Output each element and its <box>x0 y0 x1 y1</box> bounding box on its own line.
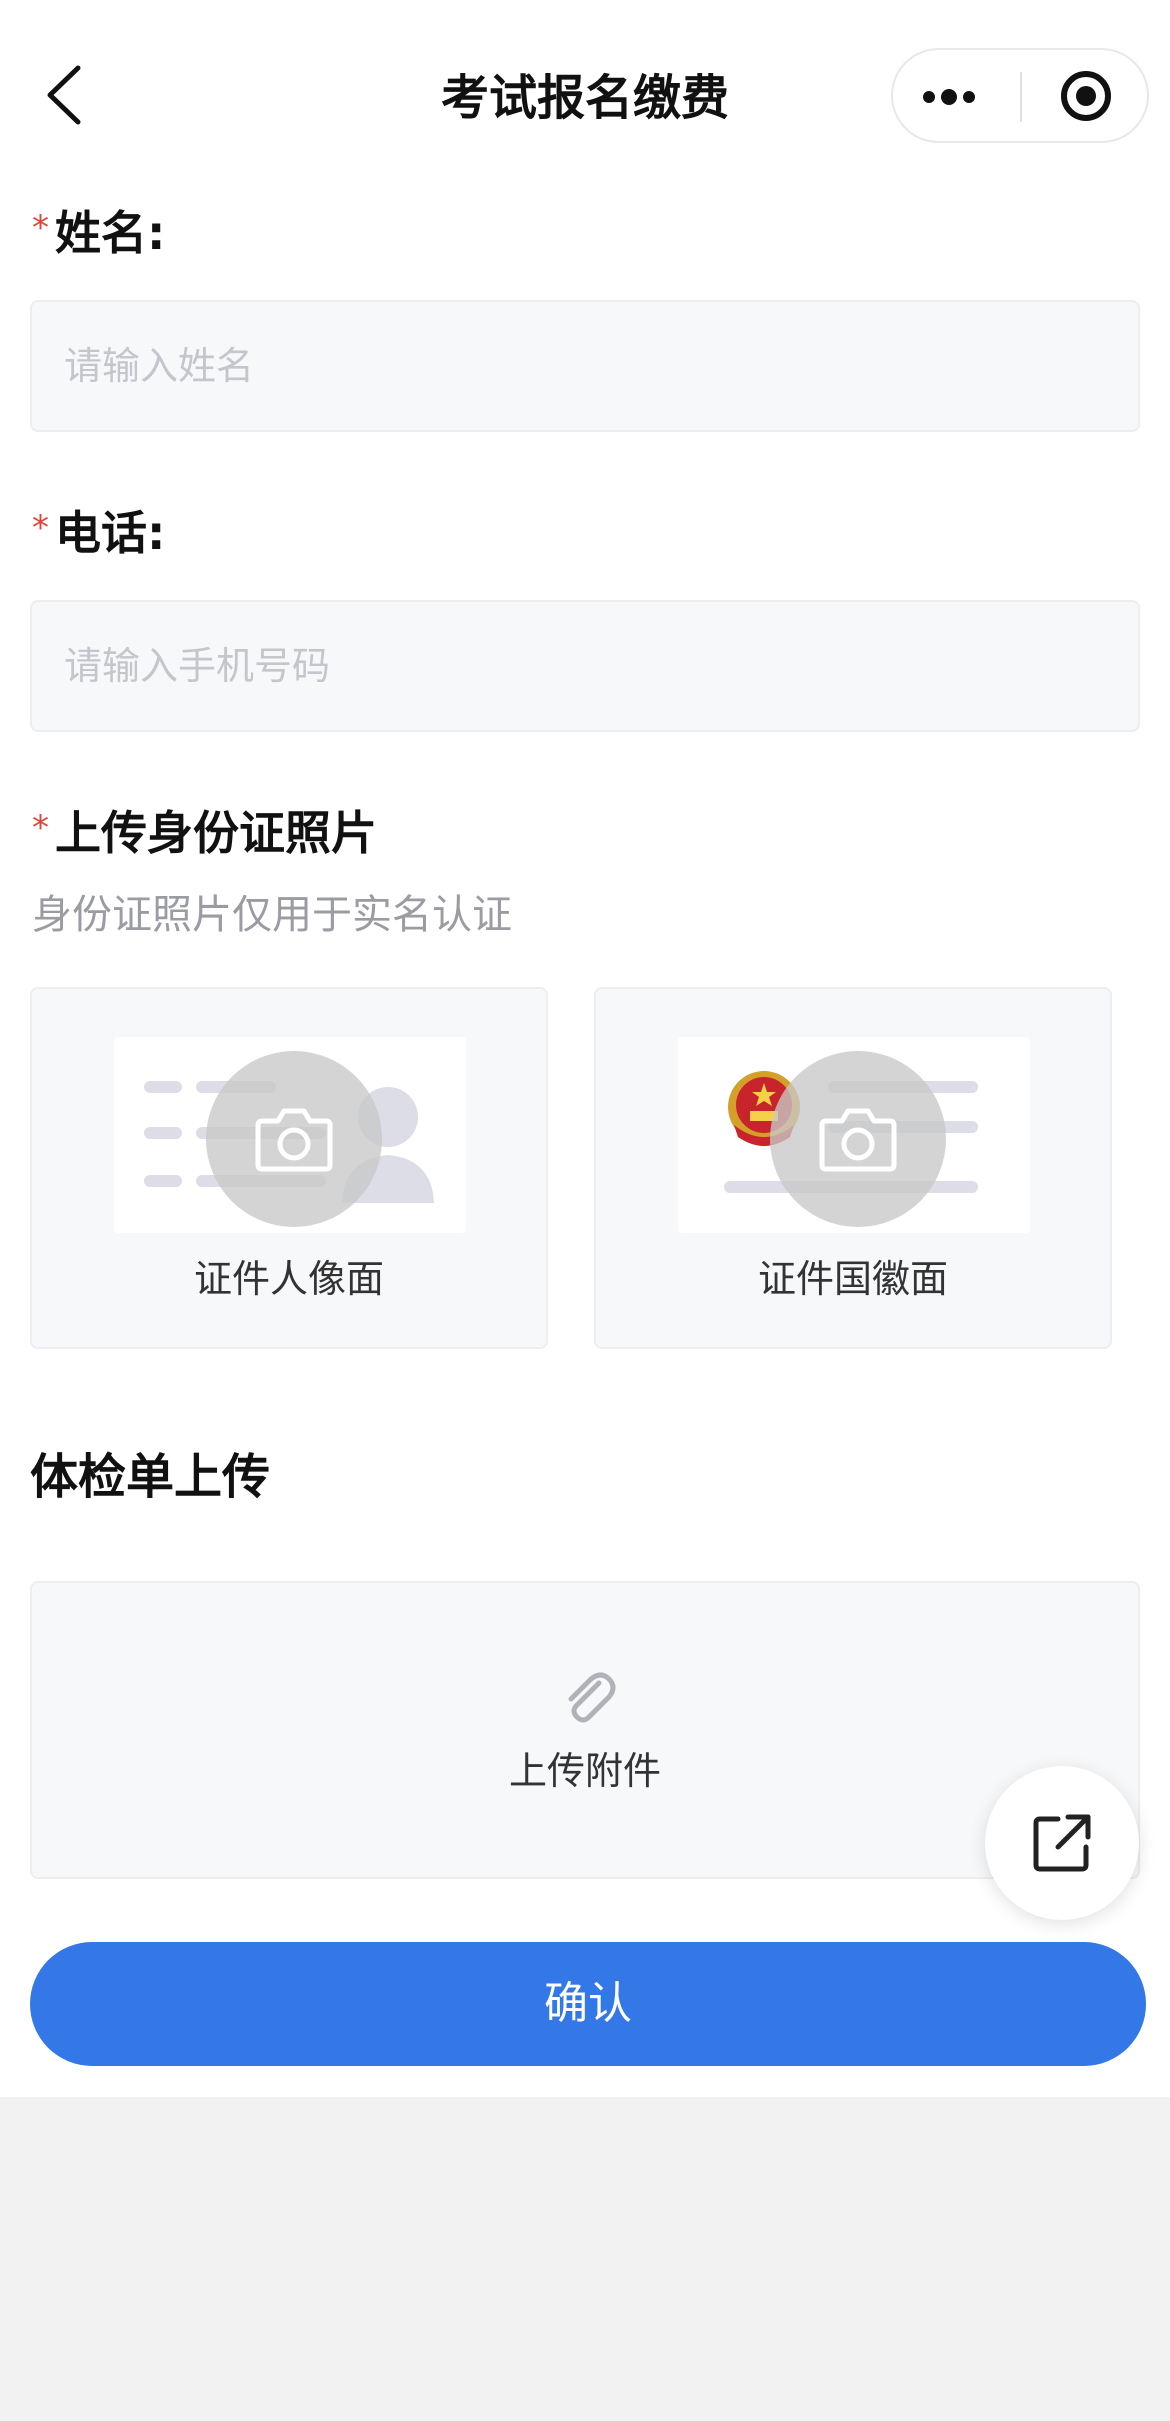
navigation-bar: 考试报名缴费 <box>0 0 1170 190</box>
phone-label: * 电话: <box>32 498 165 563</box>
more-button[interactable] <box>903 50 1013 141</box>
name-label-text: 姓名: <box>55 206 166 260</box>
camera-icon <box>819 1108 897 1172</box>
id-front-upload[interactable]: 证件人像面 <box>30 987 548 1349</box>
close-mini-program-button[interactable] <box>1031 50 1141 141</box>
required-mark: * <box>32 508 49 548</box>
camera-icon <box>255 1108 333 1172</box>
capsule-divider <box>1020 72 1022 122</box>
id-front-label: 证件人像面 <box>193 1257 384 1301</box>
phone-input[interactable] <box>30 600 1140 732</box>
camera-button[interactable] <box>206 1051 382 1227</box>
id-upload-label: * 上传身份证照片 <box>32 798 377 863</box>
external-link-icon <box>1033 1814 1091 1872</box>
id-upload-label-text: 上传身份证照片 <box>55 806 377 860</box>
bottom-blank-area <box>0 2097 1170 2421</box>
confirm-button[interactable]: 确认 <box>30 1942 1146 2066</box>
attachment-upload-label: 上传附件 <box>508 1749 661 1793</box>
target-circle-icon <box>1061 71 1111 121</box>
id-back-upload[interactable]: 证件国徽面 <box>594 987 1112 1349</box>
id-back-label: 证件国徽面 <box>757 1257 948 1301</box>
required-mark: * <box>32 208 49 248</box>
medical-upload-title: 体检单上传 <box>30 1449 271 1505</box>
paperclip-icon <box>568 1672 616 1723</box>
name-input[interactable] <box>30 300 1140 432</box>
phone-label-text: 电话: <box>55 506 166 560</box>
attachment-upload-area[interactable]: 上传附件 <box>30 1581 1140 1879</box>
share-floating-button[interactable] <box>985 1766 1139 1920</box>
name-label: * 姓名: <box>32 198 165 263</box>
id-upload-hint: 身份证照片仅用于实名认证 <box>32 892 512 938</box>
exam-registration-page: 考试报名缴费 *姓名: *电话: <box>0 0 1170 2421</box>
required-mark: * <box>32 808 49 848</box>
camera-button[interactable] <box>770 1051 946 1227</box>
mini-program-capsule <box>891 48 1149 143</box>
